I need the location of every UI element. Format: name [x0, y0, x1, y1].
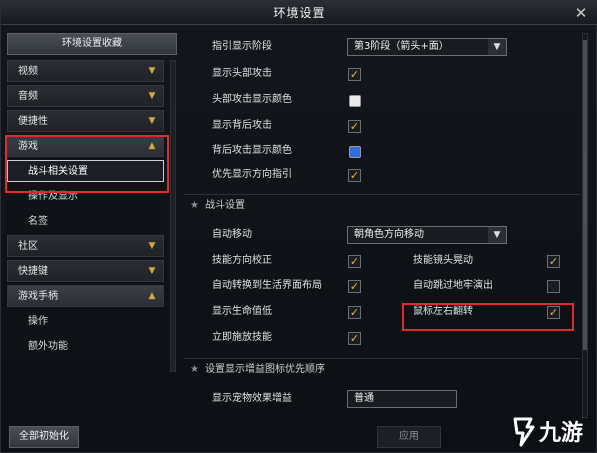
check-icon: ✓	[349, 169, 360, 182]
direction-guide-first-checkbox[interactable]: ✓	[348, 169, 361, 182]
pet-effect-dropdown[interactable]: 普通	[347, 390, 457, 408]
sidebar-item-label: 游戏手柄	[18, 291, 58, 302]
chevron-down-icon: ▼	[148, 266, 156, 276]
sidebar-scrollbar[interactable]	[170, 60, 176, 372]
show-back-attack-label: 显示背后攻击	[212, 120, 272, 131]
check-icon: ✓	[349, 332, 360, 345]
instant-cast-label: 立即施放技能	[212, 332, 272, 343]
settings-panel: 指引显示阶段 第3阶段（箭头+面） ▼ 显示头部攻击 ✓ 头部攻击显示颜色 显示…	[184, 33, 580, 418]
auto-move-label: 自动移动	[212, 229, 252, 240]
sidebar-item-label: 快捷键	[18, 266, 48, 277]
buff-section-header: ★ 设置显示增益图标优先顺序	[184, 358, 580, 380]
star-icon[interactable]: ★	[190, 200, 199, 211]
auto-move-value: 朝角色方向移动	[354, 229, 424, 240]
sidebar-item-nameplate[interactable]: 名签	[7, 210, 164, 232]
skill-cam-shake-label: 技能镜头晃动	[413, 255, 473, 266]
skill-cam-shake-checkbox[interactable]: ✓	[547, 255, 560, 268]
sidebar-item-extra[interactable]: 额外功能	[7, 335, 164, 357]
sidebar-item-label: 社区	[18, 241, 38, 252]
combat-section-header: ★ 战斗设置	[184, 194, 580, 216]
check-icon: ✓	[349, 255, 360, 268]
sidebar-item-label: 名签	[28, 216, 48, 227]
skill-dir-fix-label: 技能方向校正	[212, 255, 272, 266]
check-icon: ✓	[349, 280, 360, 293]
settings-scrollbar[interactable]	[582, 33, 588, 418]
chevron-down-icon: ▼	[148, 66, 156, 76]
scroll-thumb[interactable]	[583, 40, 587, 350]
sidebar-item-operation[interactable]: 操作	[7, 310, 164, 332]
chevron-down-icon: ▼	[148, 91, 156, 101]
sidebar-item-hotkeys[interactable]: 快捷键 ▼	[7, 260, 164, 282]
check-icon: ✓	[548, 255, 559, 268]
sidebar-item-label: 便捷性	[18, 116, 48, 127]
chevron-down-icon: ▼	[488, 227, 506, 243]
title-bar: 环境设置 ✕	[1, 1, 597, 25]
buff-section-title: 设置显示增益图标优先顺序	[204, 364, 325, 375]
guide-stage-label: 指引显示阶段	[212, 41, 272, 52]
skill-dir-fix-checkbox[interactable]: ✓	[348, 255, 361, 268]
sidebar-item-audio[interactable]: 音频 ▼	[7, 85, 164, 107]
sidebar-item-label: 额外功能	[28, 341, 68, 352]
show-head-attack-label: 显示头部攻击	[212, 68, 272, 79]
show-back-attack-checkbox[interactable]: ✓	[348, 120, 361, 133]
pet-effect-value: 普通	[354, 393, 374, 404]
nav-list: 视频 ▼ 音频 ▼ 便捷性 ▼ 游戏 ▲ 战斗相关设置 操作及显示 名签 社区 ▼ 快捷键…	[7, 60, 164, 360]
head-attack-color-label: 头部攻击显示颜色	[212, 94, 292, 105]
highlight-box-game	[5, 135, 169, 193]
sidebar: 环境设置收藏 视频 ▼ 音频 ▼ 便捷性 ▼ 游戏 ▲ 战斗相关设置 操作及显示 名签 …	[7, 33, 177, 373]
sidebar-item-label: 视频	[18, 66, 38, 77]
head-attack-color-swatch[interactable]	[349, 95, 361, 107]
check-icon: ✓	[349, 68, 360, 81]
check-icon: ✓	[349, 120, 360, 133]
highlight-box-mouse-flip	[402, 303, 574, 331]
guide-stage-dropdown[interactable]: 第3阶段（箭头+面） ▼	[347, 38, 507, 56]
sidebar-item-video[interactable]: 视频 ▼	[7, 60, 164, 82]
sidebar-item-convenience[interactable]: 便捷性 ▼	[7, 110, 164, 132]
pet-effect-label: 显示宠物效果增益	[212, 393, 292, 404]
apply-button[interactable]: 应用	[377, 426, 441, 448]
watermark-logo: 九游	[511, 411, 595, 451]
instant-cast-checkbox[interactable]: ✓	[348, 332, 361, 345]
star-icon[interactable]: ★	[190, 364, 199, 375]
settings-window: 环境设置 ✕ 环境设置收藏 视频 ▼ 音频 ▼ 便捷性 ▼ 游戏 ▲ 战斗相关设置 操作…	[0, 0, 597, 453]
combat-section-title: 战斗设置	[204, 200, 245, 211]
close-icon[interactable]: ✕	[572, 4, 590, 22]
auto-switch-life-checkbox[interactable]: ✓	[348, 280, 361, 293]
nine-game-logo-icon	[513, 417, 535, 447]
check-icon: ✓	[349, 306, 360, 319]
auto-skip-dungeon-checkbox[interactable]	[547, 280, 560, 293]
sidebar-item-label: 音频	[18, 91, 38, 102]
window-title: 环境设置	[273, 6, 326, 20]
show-hp-label: 显示生命值低	[212, 306, 272, 317]
favorites-button[interactable]: 环境设置收藏	[7, 33, 177, 55]
auto-skip-dungeon-label: 自动跳过地牢演出	[413, 280, 493, 291]
sidebar-item-community[interactable]: 社区 ▼	[7, 235, 164, 257]
chevron-down-icon: ▼	[488, 39, 506, 55]
auto-switch-life-label: 自动转换到生活界面布局	[212, 280, 322, 291]
reset-all-button[interactable]: 全部初始化	[9, 426, 79, 448]
back-attack-color-swatch[interactable]	[349, 146, 361, 158]
chevron-down-icon: ▼	[148, 116, 156, 126]
direction-guide-first-label: 优先显示方向指引	[212, 169, 292, 180]
auto-move-dropdown[interactable]: 朝角色方向移动 ▼	[347, 226, 507, 244]
back-attack-color-label: 背后攻击显示颜色	[212, 145, 292, 156]
watermark-text: 九游	[539, 421, 584, 446]
guide-stage-value: 第3阶段（箭头+面）	[354, 41, 449, 52]
show-head-attack-checkbox[interactable]: ✓	[348, 68, 361, 81]
sidebar-item-label: 操作	[28, 316, 48, 327]
show-hp-checkbox[interactable]: ✓	[348, 306, 361, 319]
chevron-up-icon: ▲	[148, 291, 156, 301]
sidebar-item-gamepad[interactable]: 游戏手柄 ▲	[7, 285, 164, 307]
chevron-down-icon: ▼	[148, 241, 156, 251]
